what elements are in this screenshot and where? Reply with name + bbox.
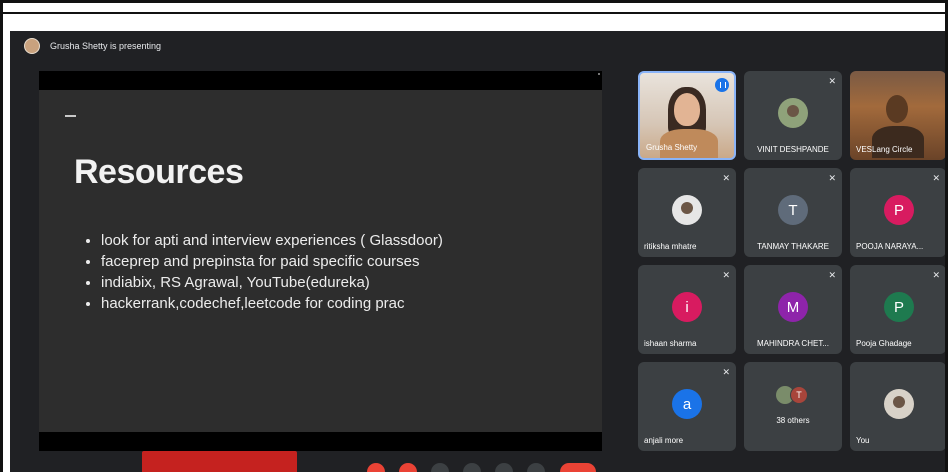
screenshot-frame <box>0 0 948 472</box>
